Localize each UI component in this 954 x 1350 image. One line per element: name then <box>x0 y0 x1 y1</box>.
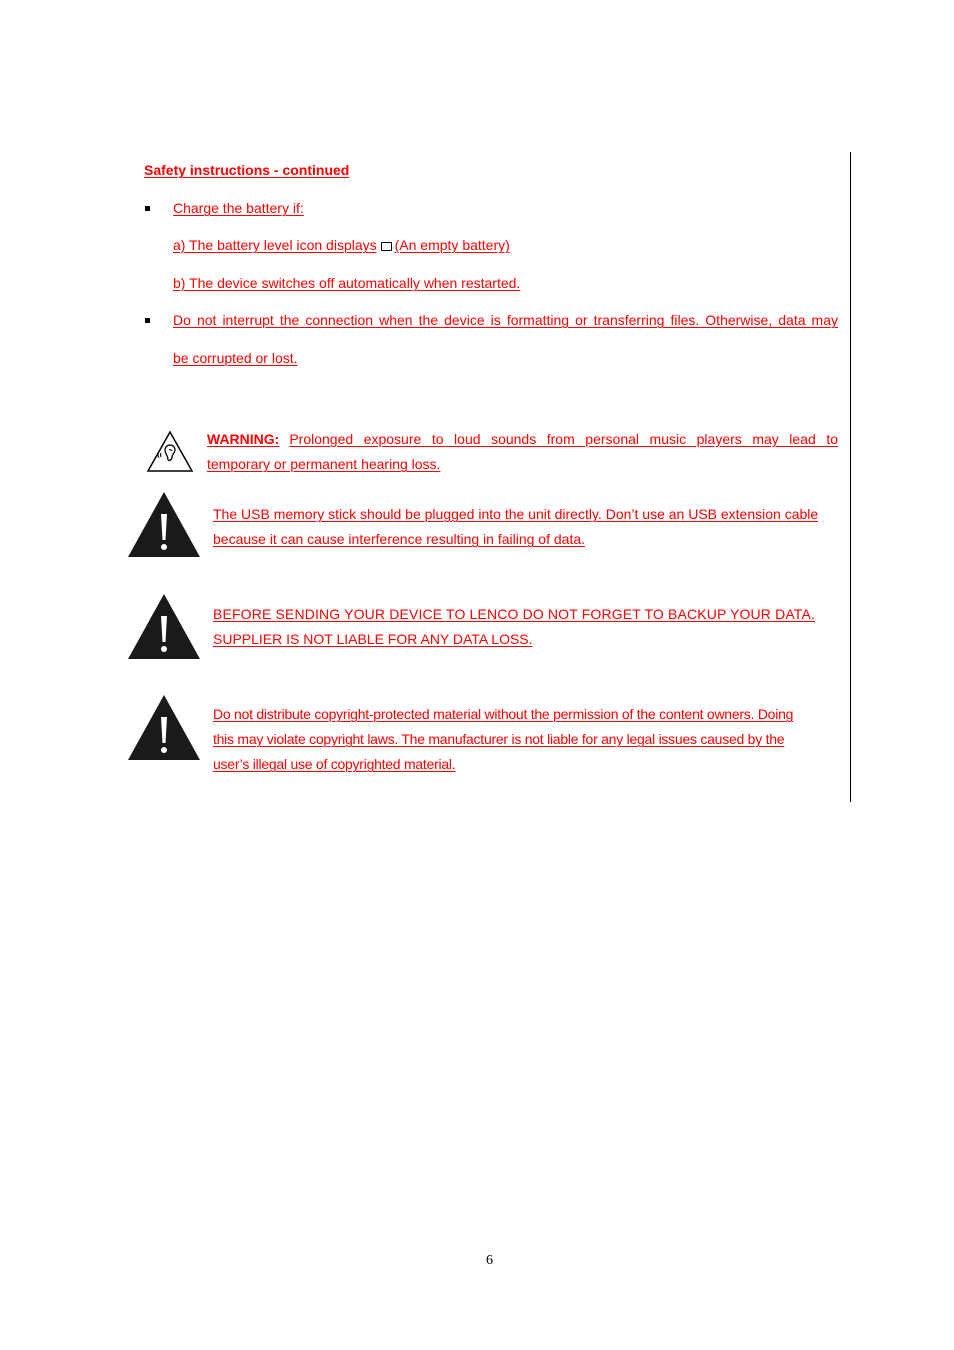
sub-item-a-suffix: (An empty battery) <box>394 237 510 253</box>
hearing-warning-icon <box>146 430 194 472</box>
warning-line: WARNING: Prolonged exposure to loud soun… <box>207 427 838 452</box>
section-heading: Safety instructions - continued <box>144 162 350 178</box>
warning-backup: BEFORE SENDING YOUR DEVICE TO LENCO DO N… <box>213 602 839 652</box>
page-number: 6 <box>486 1253 493 1268</box>
warning-line: SUPPLIER IS NOT LIABLE FOR ANY DATA LOSS… <box>213 631 533 647</box>
warning-text: Prolonged exposure to loud sounds from p… <box>289 431 838 447</box>
warning-hearing: WARNING: Prolonged exposure to loud soun… <box>207 427 838 477</box>
sub-item-b: b) The device switches off automatically… <box>173 275 521 291</box>
warning-usb: The USB memory stick should be plugged i… <box>213 502 839 552</box>
warning-line: The USB memory stick should be plugged i… <box>213 506 819 522</box>
bullet-do-not-interrupt: Do not interrupt the connection when the… <box>173 308 838 371</box>
warning-line: user’s illegal use of copyrighted materi… <box>213 756 456 772</box>
sub-item-a-prefix: a) The battery level icon displays <box>173 237 377 253</box>
warning-line: Do not distribute copyright-protected ma… <box>213 706 794 722</box>
bullet-icon <box>145 318 150 323</box>
warning-line: temporary or permanent hearing loss. <box>207 456 441 472</box>
exclamation-triangle-icon <box>128 594 200 659</box>
warning-line: BEFORE SENDING YOUR DEVICE TO LENCO DO N… <box>213 606 815 622</box>
warning-line: this may violate copyright laws. The man… <box>213 731 785 747</box>
bullet-charge-battery: Charge the battery if: <box>173 200 304 216</box>
warning-copyright: Do not distribute copyright-protected ma… <box>213 702 838 777</box>
bullet-line: be corrupted or lost. <box>173 350 298 366</box>
exclamation-triangle-icon <box>128 695 200 760</box>
warning-line: because it can cause interference result… <box>213 531 586 547</box>
empty-battery-icon <box>380 242 392 251</box>
warning-label: WARNING: <box>207 431 280 447</box>
sub-item-a: a) The battery level icon displays (An em… <box>173 233 510 258</box>
bullet-icon <box>145 206 150 211</box>
bullet-line: Do not interrupt the connection when the… <box>173 312 838 328</box>
exclamation-triangle-icon <box>128 492 200 557</box>
revision-bar <box>850 152 851 802</box>
